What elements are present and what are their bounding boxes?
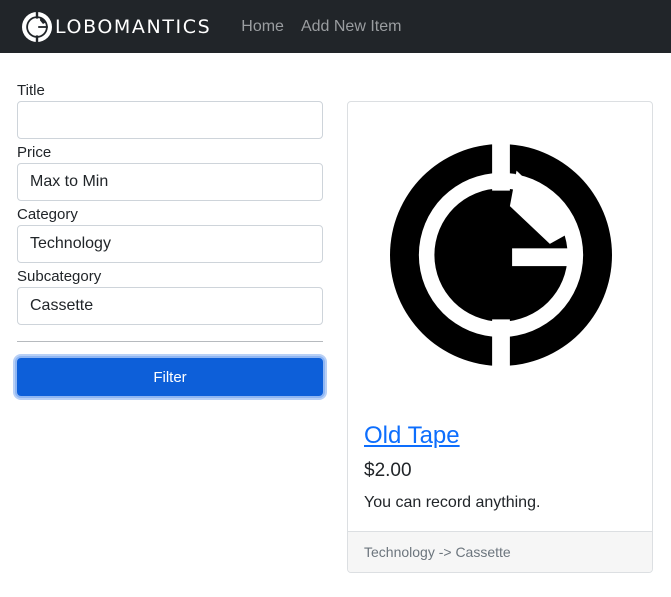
item-description: You can record anything. xyxy=(364,494,541,511)
category-select[interactable]: Technology xyxy=(17,225,323,263)
category-select-value: Technology xyxy=(30,235,111,252)
title-label: Title xyxy=(17,82,45,99)
globomantics-logo-icon xyxy=(22,11,52,42)
title-input[interactable] xyxy=(17,101,323,139)
subcategory-label: Subcategory xyxy=(17,268,102,285)
navbar: LOBOMANTICS Home Add New Item xyxy=(0,0,671,53)
price-label: Price xyxy=(17,144,52,161)
category-label: Category xyxy=(17,206,78,223)
brand-name: LOBOMANTICS xyxy=(55,15,212,38)
item-title-link[interactable]: Old Tape xyxy=(364,422,460,450)
filter-form: Title Price Max to Min Category Technolo… xyxy=(15,80,325,398)
item-category-path: Technology -> Cassette xyxy=(348,531,652,572)
globomantics-logo-image xyxy=(390,144,612,366)
price-select[interactable]: Max to Min xyxy=(17,163,323,201)
item-card: Old Tape $2.00 You can record anything. … xyxy=(347,101,653,573)
subcategory-select-value: Cassette xyxy=(30,297,94,314)
nav-links: Home Add New Item xyxy=(241,18,418,36)
nav-link-add-new-item[interactable]: Add New Item xyxy=(301,18,401,36)
item-price: $2.00 xyxy=(364,460,412,481)
filter-button[interactable]: Filter xyxy=(15,356,325,398)
price-select-value: Max to Min xyxy=(30,173,109,190)
brand-logo-link[interactable]: LOBOMANTICS xyxy=(22,11,212,42)
subcategory-select[interactable]: Cassette xyxy=(17,287,323,325)
nav-link-home[interactable]: Home xyxy=(241,18,284,36)
form-divider xyxy=(17,341,323,342)
